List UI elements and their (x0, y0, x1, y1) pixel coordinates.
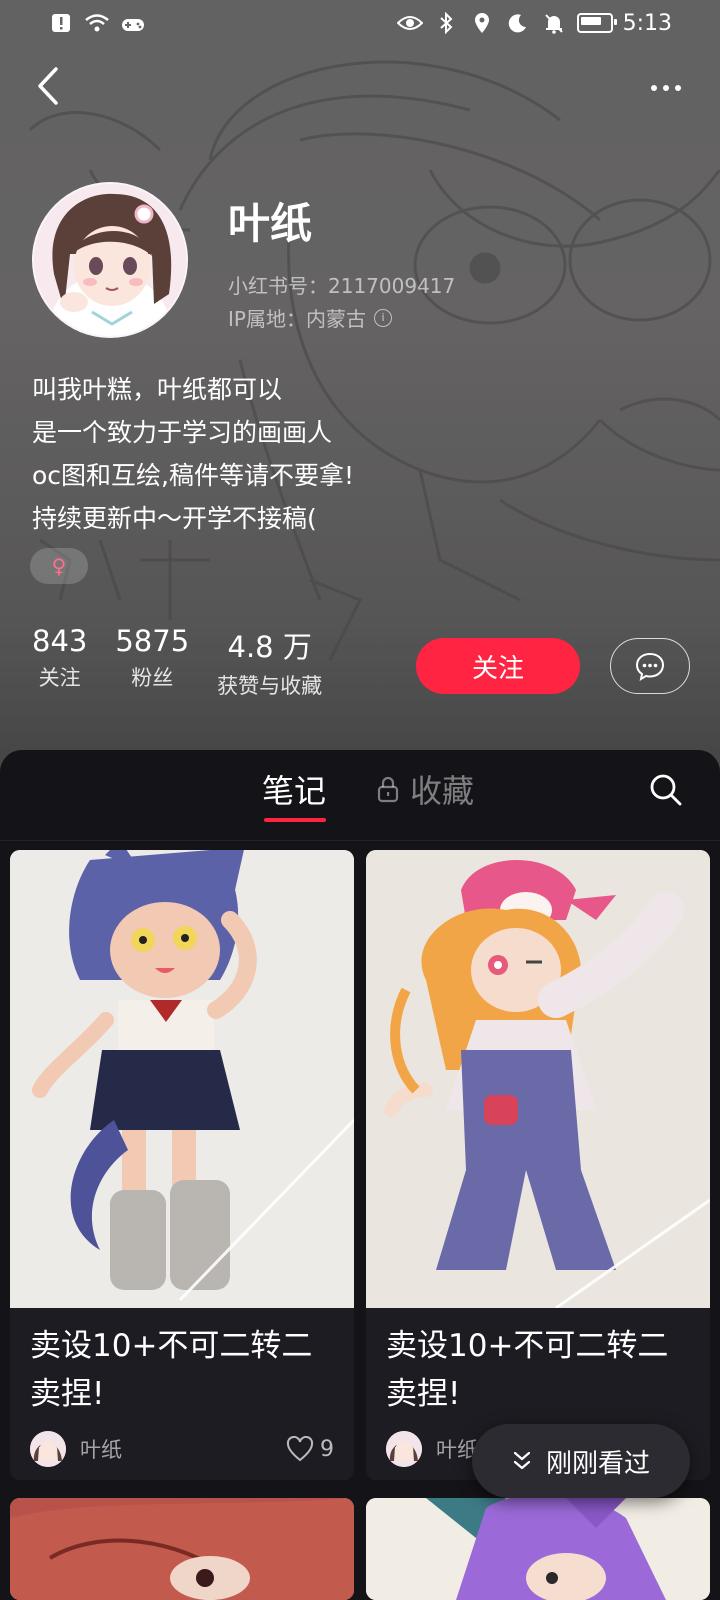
battery-icon (576, 13, 617, 33)
moon-icon (505, 10, 531, 36)
ip-location-text: IP属地：内蒙古 (228, 307, 366, 331)
bio-line: 叫我叶糕，叶纸都可以 (32, 375, 283, 404)
note-title: 卖设10+不可二转二 卖捏! (10, 1308, 354, 1418)
bio-line: 是一个致力于学习的画画人 (32, 418, 333, 447)
profile-id: 小红书号：2117009417 (228, 274, 456, 298)
search-button[interactable] (648, 772, 688, 812)
note-title-line: 卖设10+不可二转二 (30, 1328, 313, 1364)
bluetooth-icon (433, 10, 459, 36)
stat-following[interactable]: 843 关注 (32, 624, 87, 700)
stat-likes-collections[interactable]: 4.8 万 获赞与收藏 (217, 624, 322, 700)
note-title-line: 卖捏! (30, 1376, 105, 1412)
stat-followers-label: 粉丝 (131, 666, 174, 690)
location-icon (469, 10, 495, 36)
back-button[interactable] (28, 62, 68, 110)
status-time: 5:13 (622, 10, 672, 36)
recently-viewed-label: 刚刚看过 (545, 1448, 650, 1479)
message-button[interactable] (610, 638, 690, 694)
like-count: 9 (320, 1436, 334, 1462)
female-icon: ♀ (51, 554, 67, 578)
note-card[interactable] (366, 1498, 710, 1600)
wifi-icon (84, 10, 110, 36)
note-cover-image (10, 1498, 354, 1600)
stat-likes-label: 获赞与收藏 (217, 674, 323, 698)
active-tab-indicator (264, 818, 326, 822)
recently-viewed-button[interactable]: 刚刚看过 (472, 1424, 690, 1498)
bell-off-icon (541, 10, 567, 36)
heart-icon (286, 1436, 314, 1462)
more-dots-icon (651, 85, 657, 91)
profile-bio: 叫我叶糕，叶纸都可以 是一个致力于学习的画画人 oc图和互绘,稿件等请不要拿! … (32, 368, 354, 540)
follow-button[interactable]: 关注 (416, 638, 580, 694)
author-avatar[interactable] (386, 1431, 422, 1467)
note-title-line: 卖捏! (386, 1376, 461, 1412)
stat-following-value: 843 (32, 624, 88, 658)
bio-line: oc图和互绘,稿件等请不要拿! (32, 461, 355, 490)
bio-line: 持续更新中～开学不接稿( (32, 504, 317, 533)
profile-tabs: 笔记 收藏 (0, 752, 720, 840)
note-card[interactable]: 卖设10+不可二转二 卖捏! 叶纸 9 (10, 850, 354, 1480)
note-title: 卖设10+不可二转二 卖捏! (366, 1308, 710, 1418)
chevron-left-icon (38, 67, 58, 105)
tab-favorites-label: 收藏 (410, 772, 475, 810)
tab-notes[interactable]: 笔记 (262, 766, 326, 812)
game-controller-icon (120, 10, 146, 36)
note-author[interactable]: 叶纸 (80, 1434, 122, 1464)
note-cover-image (366, 850, 710, 1308)
note-cover-image (366, 1498, 710, 1600)
ip-location: IP属地：内蒙古 i (228, 303, 392, 332)
stat-following-label: 关注 (38, 666, 81, 690)
tabs-divider (0, 840, 720, 841)
tab-favorites[interactable]: 收藏 (376, 766, 474, 812)
note-title-line: 卖设10+不可二转二 (386, 1328, 669, 1364)
eye-icon (396, 10, 423, 36)
avatar[interactable] (32, 182, 188, 338)
stat-followers[interactable]: 5875 粉丝 (115, 624, 189, 700)
profile-name: 叶纸 (228, 199, 313, 248)
note-card[interactable]: 卖设10+不可二转二 卖捏! 叶纸 (366, 850, 710, 1480)
profile-stats: 843 关注 5875 粉丝 4.8 万 获赞与收藏 (32, 624, 350, 700)
stat-followers-value: 5875 (115, 624, 190, 658)
stat-likes-value: 4.8 万 (227, 630, 312, 664)
chat-bubble-icon (635, 652, 665, 681)
double-chevron-down-icon (513, 1451, 531, 1470)
info-icon[interactable]: i (373, 308, 392, 327)
note-footer: 叶纸 9 (10, 1418, 354, 1480)
status-bar: 5:13 (0, 0, 720, 46)
search-icon (650, 774, 682, 806)
profile-page: 5:13 叶纸 小红书号：2117009417 IP属地：内蒙古 i 叫我叶糕，… (0, 0, 720, 1600)
lock-icon (377, 776, 399, 803)
alert-icon (48, 10, 74, 36)
note-cover-image (10, 850, 354, 1308)
note-card[interactable] (10, 1498, 354, 1600)
more-options-button[interactable] (642, 70, 690, 106)
like-button[interactable]: 9 (286, 1436, 334, 1462)
tab-notes-label: 笔记 (262, 772, 327, 810)
gender-tag: ♀ (30, 548, 88, 584)
author-avatar[interactable] (30, 1431, 66, 1467)
